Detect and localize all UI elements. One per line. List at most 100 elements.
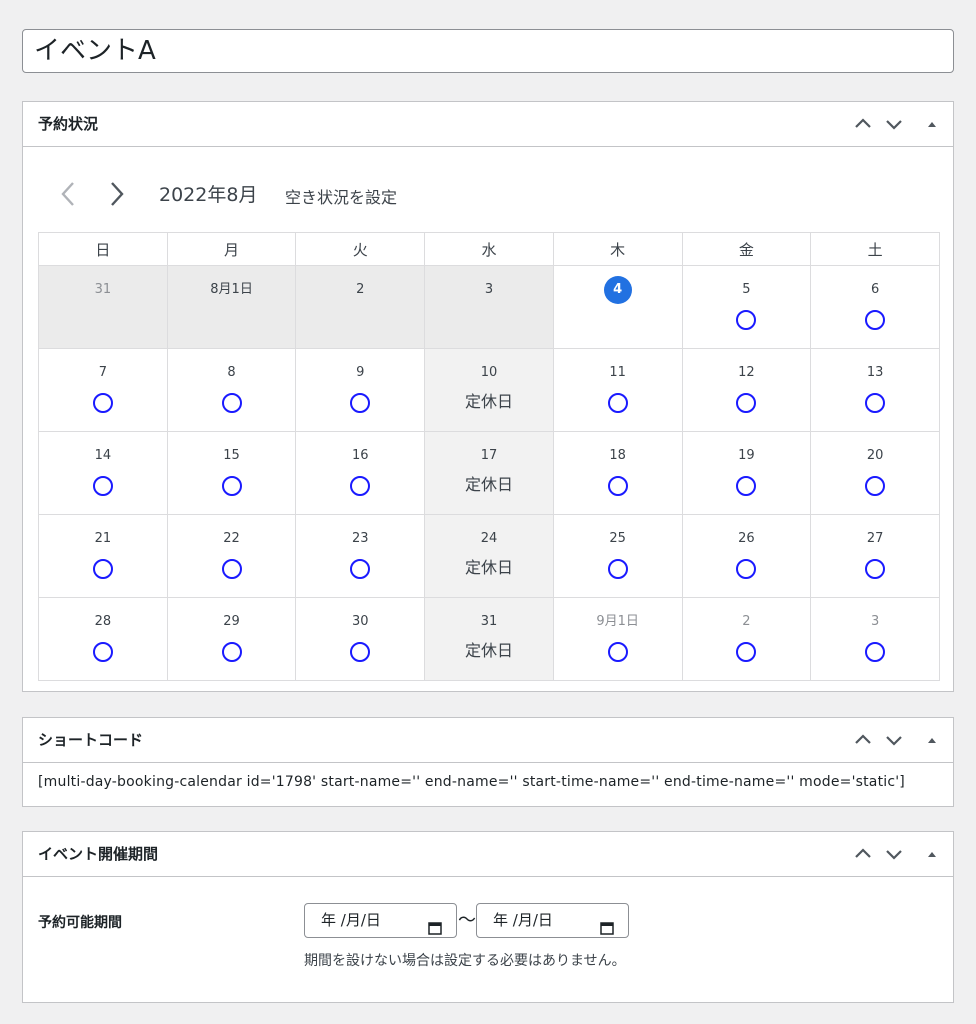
calendar-day-cell[interactable]: 7 xyxy=(38,348,168,432)
availability-status xyxy=(683,474,811,496)
calendar-day-cell[interactable]: 19 xyxy=(681,431,812,515)
available-circle-icon[interactable] xyxy=(221,558,242,579)
calendar-day-cell[interactable]: 8月1日 xyxy=(166,265,297,349)
available-circle-icon[interactable] xyxy=(736,641,757,662)
available-circle-icon[interactable] xyxy=(607,558,628,579)
availability-status xyxy=(811,308,939,330)
calendar-day-cell[interactable]: 3 xyxy=(424,265,554,349)
calendar-day-cell[interactable]: 2 xyxy=(681,597,812,681)
calendar-day-cell[interactable]: 14 xyxy=(38,431,168,515)
calendar-day-cell[interactable]: 18 xyxy=(552,431,683,515)
triangle-up-icon[interactable] xyxy=(921,729,943,751)
chevron-up-icon[interactable] xyxy=(852,843,874,865)
available-circle-icon[interactable] xyxy=(736,309,757,330)
start-date-input[interactable]: 年 /月/日 xyxy=(304,903,457,938)
available-circle-icon[interactable] xyxy=(350,392,371,413)
calendar-day-cell[interactable]: 10 定休日 xyxy=(424,348,554,432)
calendar-day-cell[interactable]: 5 xyxy=(681,265,812,349)
day-number: 3 xyxy=(484,282,494,297)
calendar-day-cell[interactable]: 28 xyxy=(38,597,168,681)
set-availability-link[interactable]: 空き状況を設定 xyxy=(285,184,397,208)
available-circle-icon[interactable] xyxy=(865,309,886,330)
calendar-day-cell[interactable]: 25 xyxy=(552,514,683,598)
availability-status xyxy=(683,640,811,662)
chevron-up-icon[interactable] xyxy=(852,729,874,751)
chevron-left-icon[interactable] xyxy=(59,180,83,208)
calendar-day-cell[interactable]: 22 xyxy=(166,514,297,598)
available-circle-icon[interactable] xyxy=(865,558,886,579)
day-number: 2 xyxy=(742,614,751,629)
calendar-day-cell[interactable]: 23 xyxy=(295,514,426,598)
calendar-day-cell[interactable]: 12 xyxy=(681,348,812,432)
chevron-down-icon[interactable] xyxy=(883,113,905,135)
available-circle-icon[interactable] xyxy=(92,392,113,413)
day-number: 19 xyxy=(738,448,755,463)
shortcode-text[interactable]: [multi-day-booking-calendar id='1798' st… xyxy=(38,774,905,790)
calendar-day-cell[interactable]: 26 xyxy=(681,514,812,598)
calendar-day-cell[interactable]: 27 xyxy=(810,514,940,598)
available-circle-icon[interactable] xyxy=(607,641,628,662)
calendar-day-cell[interactable]: 20 xyxy=(810,431,940,515)
availability-status xyxy=(683,308,811,330)
calendar-day-cell[interactable]: 30 xyxy=(295,597,426,681)
end-date-placeholder: 年 /月/日 xyxy=(493,911,553,929)
available-circle-icon[interactable] xyxy=(221,641,242,662)
available-circle-icon[interactable] xyxy=(736,475,757,496)
calendar-day-cell[interactable]: 16 xyxy=(295,431,426,515)
available-circle-icon[interactable] xyxy=(607,392,628,413)
calendar-icon[interactable] xyxy=(428,914,442,947)
month-label: 2022年8月 xyxy=(159,184,258,206)
calendar-day-cell[interactable]: 29 xyxy=(166,597,297,681)
calendar-day-cell[interactable]: 15 xyxy=(166,431,297,515)
triangle-up-icon[interactable] xyxy=(921,843,943,865)
calendar-day-cell[interactable]: 4 xyxy=(552,265,683,349)
available-circle-icon[interactable] xyxy=(221,475,242,496)
available-circle-icon[interactable] xyxy=(865,475,886,496)
availability-status xyxy=(168,474,296,496)
calendar-day-cell[interactable]: 11 xyxy=(552,348,683,432)
available-circle-icon[interactable] xyxy=(350,475,371,496)
calendar-day-cell[interactable]: 17 定休日 xyxy=(424,431,554,515)
empty-status xyxy=(39,308,167,330)
post-title-input[interactable]: イベントA xyxy=(22,29,954,73)
available-circle-icon[interactable] xyxy=(607,475,628,496)
available-circle-icon[interactable] xyxy=(736,392,757,413)
calendar-day-cell[interactable]: 9月1日 xyxy=(552,597,683,681)
chevron-right-icon[interactable] xyxy=(107,180,131,208)
available-circle-icon[interactable] xyxy=(865,392,886,413)
chevron-down-icon[interactable] xyxy=(883,843,905,865)
available-circle-icon[interactable] xyxy=(736,558,757,579)
empty-status xyxy=(168,308,296,330)
end-date-input[interactable]: 年 /月/日 xyxy=(476,903,629,938)
day-number: 11 xyxy=(609,365,626,380)
available-circle-icon[interactable] xyxy=(221,392,242,413)
calendar-icon[interactable] xyxy=(600,914,614,947)
available-circle-icon[interactable] xyxy=(350,641,371,662)
calendar-week-row: 31 8月1日 2 3 4 5 6 xyxy=(38,265,940,349)
available-circle-icon[interactable] xyxy=(350,558,371,579)
day-number: 28 xyxy=(94,614,112,629)
calendar-day-cell[interactable]: 8 xyxy=(166,348,297,432)
available-circle-icon[interactable] xyxy=(92,641,113,662)
closed-label: 定休日 xyxy=(464,475,513,494)
calendar-day-cell[interactable]: 13 xyxy=(810,348,940,432)
available-circle-icon[interactable] xyxy=(92,475,113,496)
calendar-day-cell[interactable]: 24 定休日 xyxy=(424,514,554,598)
available-circle-icon[interactable] xyxy=(865,641,886,662)
calendar-day-cell[interactable]: 21 xyxy=(38,514,168,598)
day-number: 26 xyxy=(738,531,755,546)
availability-status xyxy=(39,391,167,413)
day-number: 23 xyxy=(351,531,369,546)
triangle-up-icon[interactable] xyxy=(921,113,943,135)
calendar-day-cell[interactable]: 31 xyxy=(38,265,168,349)
calendar-day-cell[interactable]: 6 xyxy=(810,265,940,349)
calendar-day-cell[interactable]: 31 定休日 xyxy=(424,597,554,681)
available-circle-icon[interactable] xyxy=(92,558,113,579)
chevron-down-icon[interactable] xyxy=(883,729,905,751)
chevron-up-icon[interactable] xyxy=(852,113,874,135)
calendar-day-cell[interactable]: 3 xyxy=(810,597,940,681)
calendar-day-cell[interactable]: 2 xyxy=(295,265,426,349)
calendar-day-cell[interactable]: 9 xyxy=(295,348,426,432)
calendar-week-row: 7 8 9 10 定休日 11 12 13 xyxy=(38,348,940,432)
booking-status-box: 予約状況 2022年8月 空き状況を設定 日月火水木金土 31 8月1日 2 3 4 5 6… xyxy=(22,101,954,692)
